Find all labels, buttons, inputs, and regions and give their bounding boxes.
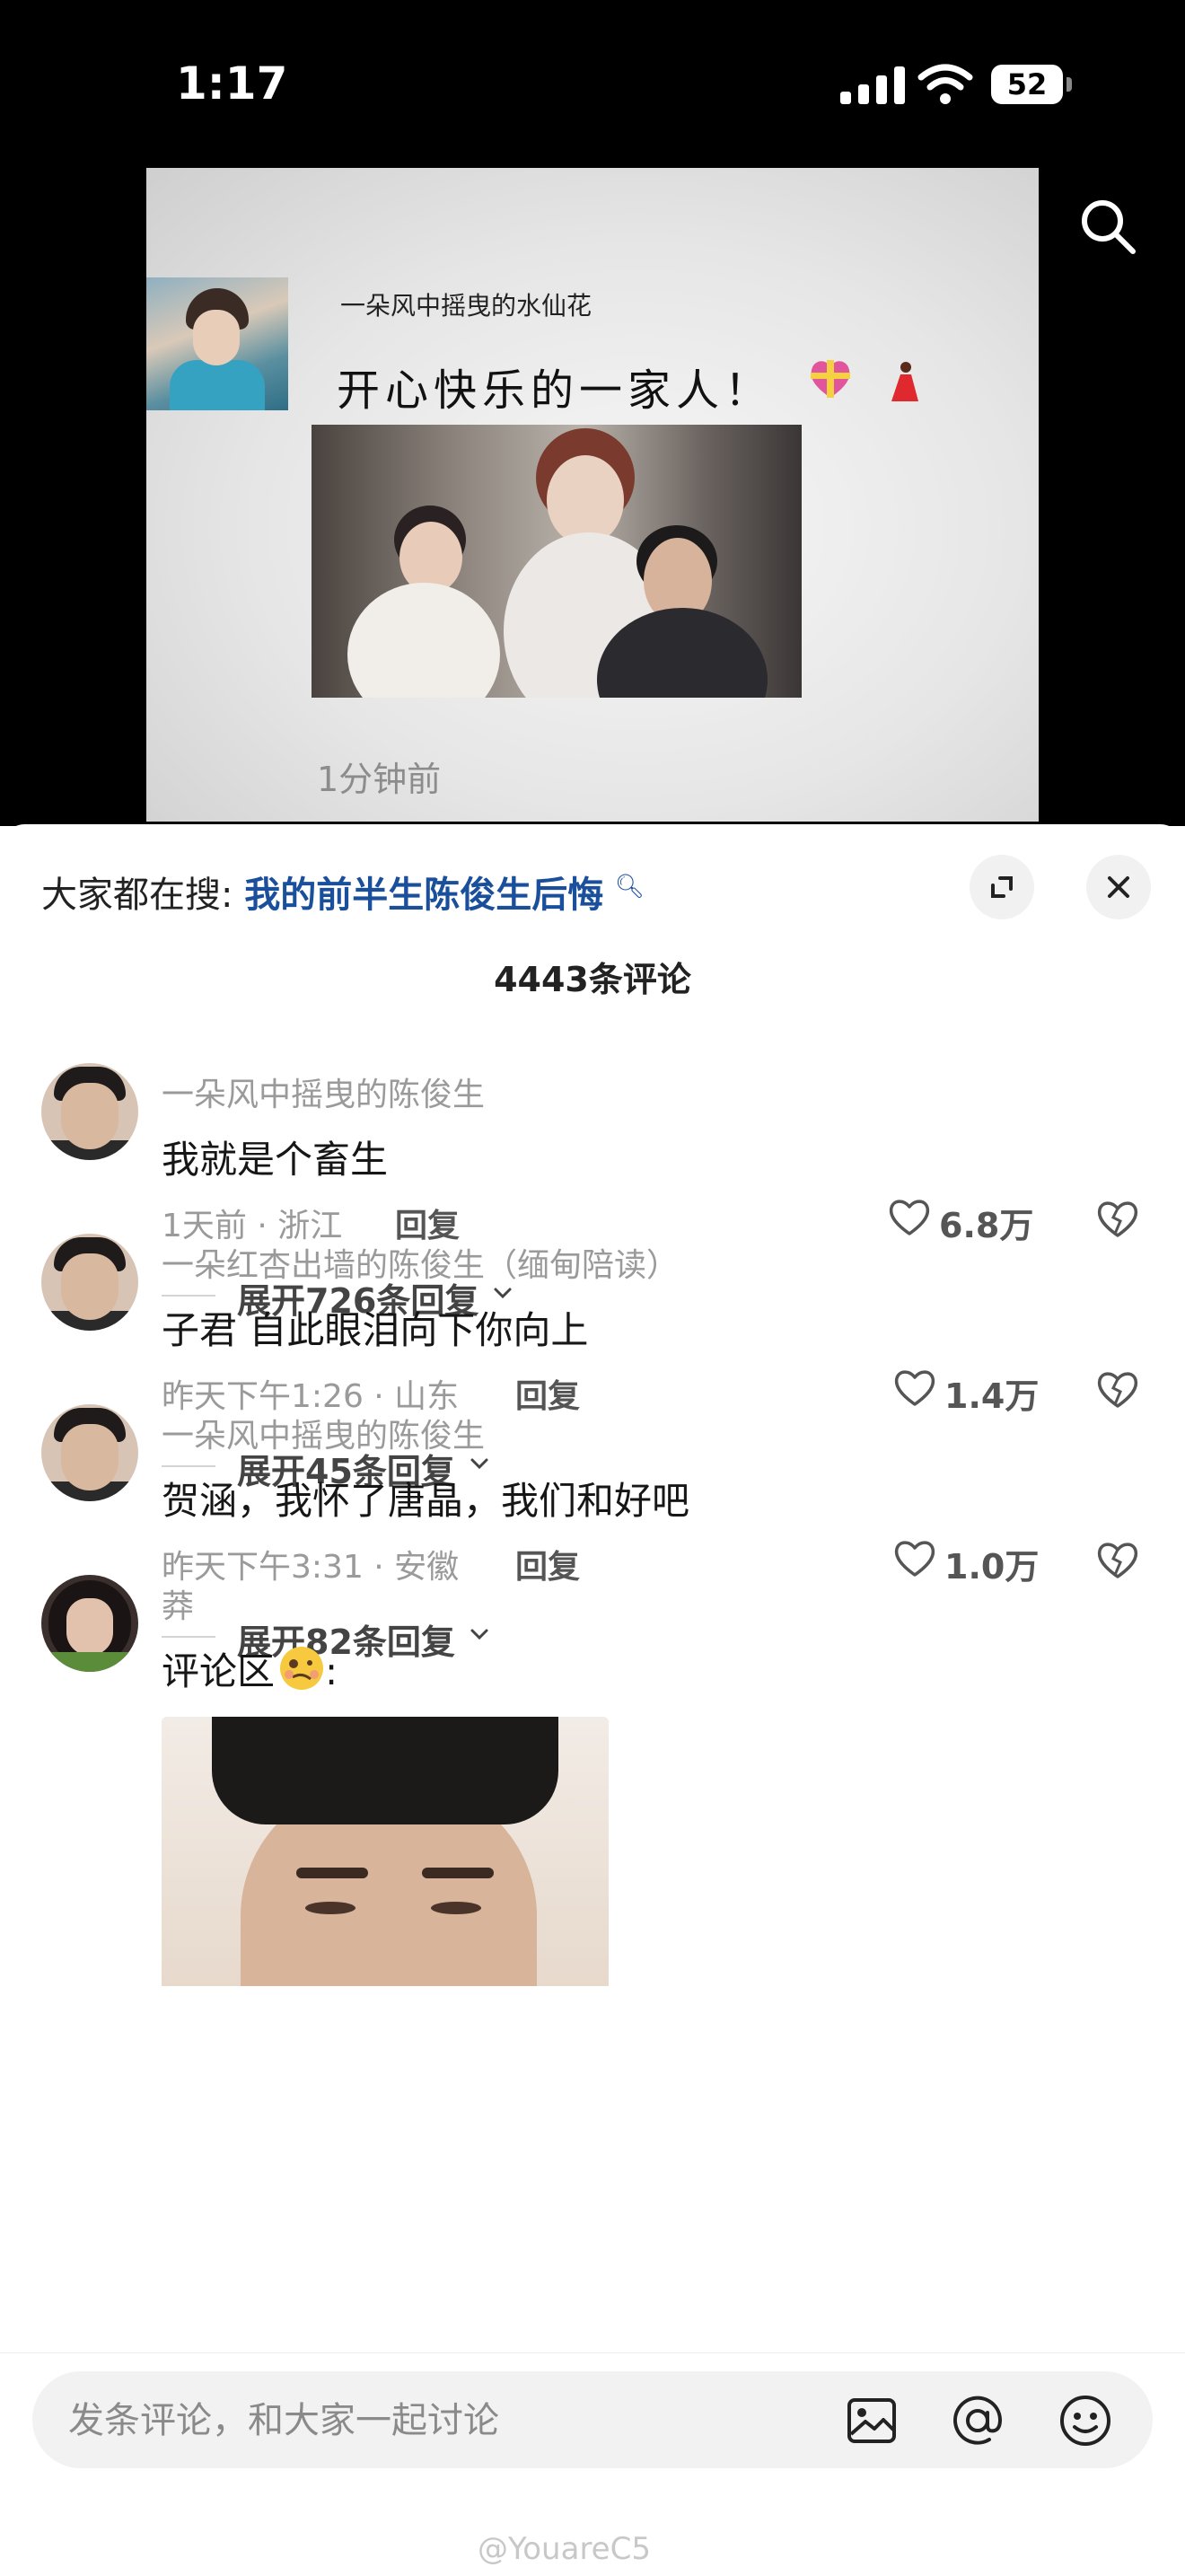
heart-icon	[894, 1541, 935, 1577]
post-author-avatar	[146, 277, 288, 410]
video-player[interactable]: 1:17 52 一朵风中摇曳的水仙花 开心快乐的一家人！ 1分钟前	[0, 0, 1185, 826]
close-icon	[1108, 876, 1129, 898]
comment-text-main: 评论区	[162, 1649, 276, 1693]
avatar[interactable]	[41, 1575, 138, 1672]
post-photo	[312, 425, 802, 698]
battery-level: 52	[991, 65, 1063, 104]
expand-icon	[991, 876, 1013, 898]
emoji-icon[interactable]	[1058, 2393, 1113, 2449]
trending-link[interactable]: 我的前半生陈俊生后悔	[244, 875, 603, 916]
heart-icon	[894, 1370, 935, 1406]
dancer-icon	[891, 362, 918, 401]
comment-input[interactable]	[66, 2371, 806, 2470]
avatar[interactable]	[41, 1063, 138, 1160]
dislike-icon[interactable]	[1095, 1196, 1140, 1239]
comment-author[interactable]: 一朵红杏出墙的陈俊生（缅甸陪读）	[162, 1239, 679, 1286]
comment-text[interactable]: 评论区:	[162, 1641, 338, 1696]
image-icon[interactable]	[844, 2393, 900, 2449]
avatar[interactable]	[41, 1234, 138, 1331]
dislike-icon[interactable]	[1095, 1537, 1140, 1580]
status-bar: 1:17 52	[0, 0, 1185, 153]
comment-image[interactable]	[162, 1717, 609, 1986]
cellular-signal-icon	[840, 66, 905, 104]
heart-icon	[889, 1200, 930, 1235]
comment-author[interactable]: 莽	[162, 1580, 194, 1627]
post-time: 1分钟前	[317, 760, 442, 799]
watermark: @YouareC5	[478, 2531, 651, 2567]
comment-count: 4443条评论	[494, 960, 691, 999]
battery-icon: 52	[991, 65, 1074, 104]
video-frame[interactable]: 一朵风中摇曳的水仙花 开心快乐的一家人！ 1分钟前	[146, 168, 1039, 822]
search-icon[interactable]	[1075, 194, 1140, 259]
comment-input-container[interactable]	[32, 2371, 1153, 2470]
comment-text[interactable]: 我就是个畜生	[162, 1130, 388, 1184]
trending-search[interactable]: 大家都在搜: 我的前半生陈俊生后悔 🔍︎	[41, 866, 645, 918]
wifi-icon	[917, 64, 973, 104]
gift-heart-icon	[811, 360, 850, 398]
comment-text-suffix: :	[325, 1649, 338, 1693]
close-button[interactable]	[1086, 855, 1151, 919]
comment-sheet: 大家都在搜: 我的前半生陈俊生后悔 🔍︎ 4443条评论 一朵风中摇曳的陈俊生 …	[0, 824, 1185, 2575]
small-search-icon: 🔍︎	[614, 873, 645, 901]
post-author-name: 一朵风中摇曳的水仙花	[340, 291, 592, 321]
comment-text[interactable]: 子君 自此眼泪向下你向上	[162, 1300, 588, 1355]
woozy-face-icon	[280, 1647, 324, 1690]
comment-text[interactable]: 贺涵，我怀了唐晶，我们和好吧	[162, 1471, 689, 1525]
expand-button[interactable]	[970, 855, 1034, 919]
post-text: 开心快乐的一家人！	[337, 365, 774, 416]
avatar[interactable]	[41, 1404, 138, 1501]
dislike-icon[interactable]	[1095, 1367, 1140, 1410]
status-time: 1:17	[176, 57, 288, 110]
comment-author[interactable]: 一朵风中摇曳的陈俊生	[162, 1068, 485, 1115]
trending-prefix: 大家都在搜:	[41, 875, 233, 916]
comment-author[interactable]: 一朵风中摇曳的陈俊生	[162, 1410, 485, 1456]
at-icon[interactable]	[950, 2393, 1005, 2449]
comment-input-bar: @YouareC5	[0, 2352, 1185, 2576]
comment-item: 莽 评论区:	[0, 1575, 1185, 2275]
